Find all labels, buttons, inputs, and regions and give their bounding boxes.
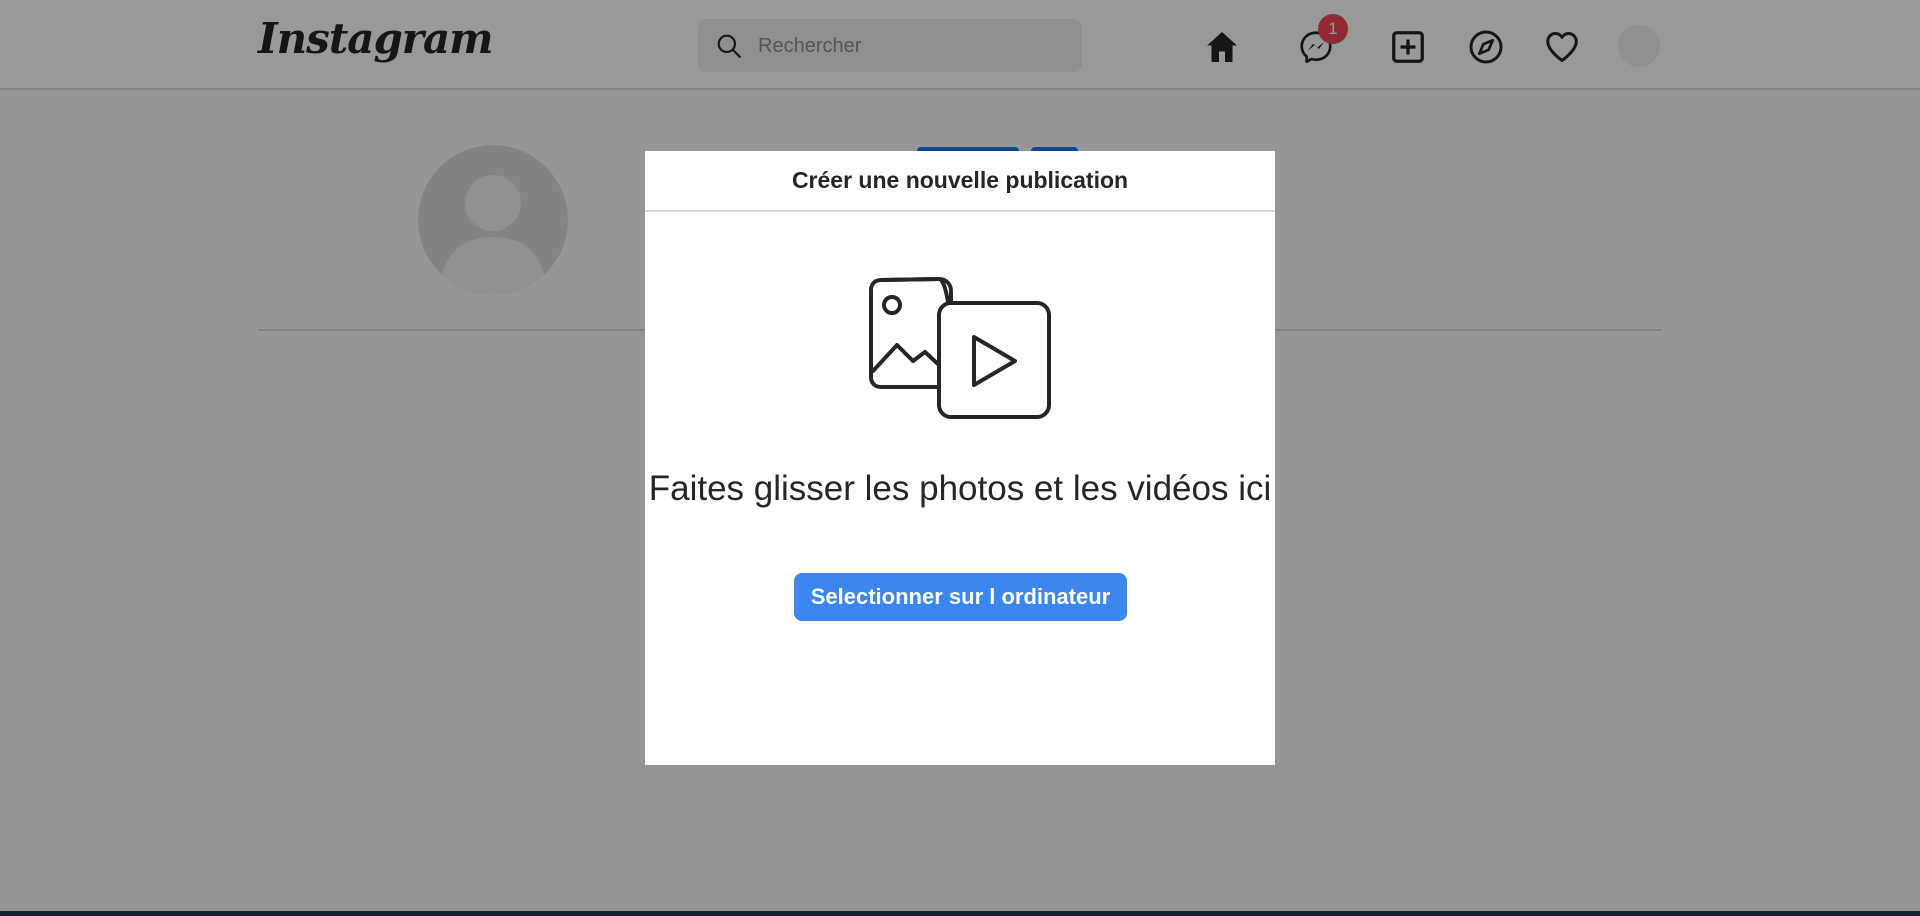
dialog-title: Créer une nouvelle publication bbox=[791, 167, 1129, 193]
create-post-dialog: Créer une nouvelle publication Faites gl… bbox=[645, 151, 1275, 765]
photo-video-icon bbox=[869, 276, 1051, 419]
select-from-computer-button[interactable]: Selectionner sur l ordinateur bbox=[794, 573, 1127, 621]
dialog-header: Créer une nouvelle publication bbox=[645, 151, 1275, 212]
drag-drop-instructions: Faites glisser les photos et les vidéos … bbox=[648, 469, 1272, 508]
